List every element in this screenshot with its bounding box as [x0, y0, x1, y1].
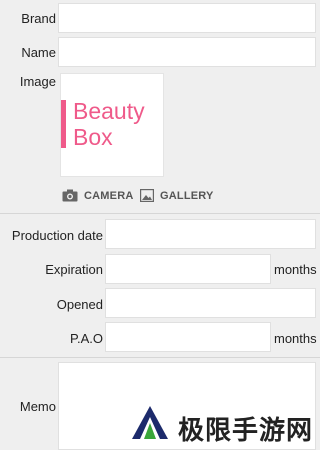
- memo-label: Memo: [19, 399, 56, 414]
- brand-field[interactable]: [58, 3, 316, 33]
- expiration-label: Expiration: [45, 262, 103, 277]
- camera-button[interactable]: CAMERA: [62, 189, 133, 202]
- expiration-field[interactable]: [105, 254, 271, 284]
- expiration-unit: months: [274, 262, 317, 277]
- camera-label: CAMERA: [84, 189, 134, 202]
- image-accent-bar: [61, 100, 66, 148]
- image-label: Image: [19, 74, 56, 89]
- name-label: Name: [21, 45, 56, 60]
- image-placeholder-text: Beauty Box: [73, 98, 145, 150]
- pao-field[interactable]: [105, 322, 271, 352]
- product-image[interactable]: Beauty Box: [60, 73, 164, 177]
- name-field[interactable]: [58, 37, 316, 67]
- watermark-text: 极限手游网: [178, 416, 314, 446]
- brand-label: Brand: [21, 11, 56, 26]
- opened-field[interactable]: [105, 288, 316, 318]
- production-date-field[interactable]: [105, 219, 316, 249]
- triangle-logo-icon: [129, 402, 171, 444]
- pao-unit: months: [274, 331, 317, 346]
- opened-label: Opened: [56, 297, 103, 312]
- production-date-label: Production date: [11, 228, 103, 243]
- camera-icon: [62, 189, 78, 202]
- section-divider-1: [0, 213, 320, 214]
- gallery-label: GALLERY: [160, 189, 214, 202]
- section-divider-2: [0, 357, 320, 358]
- gallery-icon: [140, 189, 154, 202]
- pao-label: P.A.O: [69, 331, 103, 346]
- gallery-button[interactable]: GALLERY: [140, 189, 214, 202]
